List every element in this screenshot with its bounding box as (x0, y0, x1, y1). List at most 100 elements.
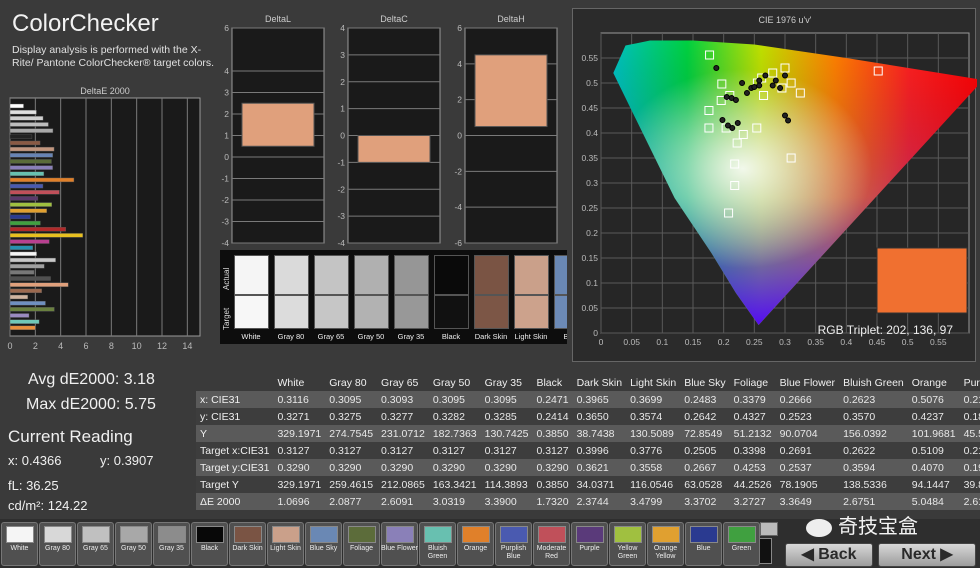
deltae-bar (9, 288, 42, 294)
luminance-cdm: cd/m²: 124.22 (8, 498, 88, 513)
patch-button[interactable]: Light Skin (267, 522, 304, 566)
table-cell: 72.8549 (680, 425, 730, 442)
deltae-tick-label: 10 (132, 341, 142, 351)
table-row: ΔE 2000 1.0696 2.0877 2.6091 3.0319 3.3900 1.7… (196, 493, 980, 510)
table-corner (196, 374, 273, 391)
measured-marker (777, 85, 784, 91)
table-cell: 0.3275 (325, 408, 378, 425)
delta-chart-title: DeltaC (380, 14, 408, 24)
patch-button[interactable]: Blue Sky (305, 522, 342, 566)
delta-tick-label: 3 (340, 50, 345, 60)
deltae-bar (9, 196, 39, 201)
swatch-label: Light Skin (514, 332, 548, 341)
cie-diagram: CIE 1976 u'v' 0 0.05 0.1 0.15 0.2 0.25 0.3 0.35 0… (572, 8, 980, 362)
column-header: Gray 50 (432, 376, 471, 389)
patch-color-chip (576, 526, 604, 543)
deltae-bar (9, 239, 50, 244)
deltae-bar (9, 276, 51, 281)
avg-de2000: Avg dE2000: 3.18 (28, 371, 155, 388)
patch-button[interactable]: Purple (571, 522, 608, 566)
next-button[interactable]: Next ▶ (878, 543, 976, 567)
patch-button[interactable]: Dark Skin (229, 522, 266, 566)
cie-y-tick-label: 0.4 (586, 128, 598, 138)
patch-button-label: Gray 80 (45, 545, 70, 552)
table-cell: 3.3900 (480, 493, 533, 510)
delta-tick-label: -2 (221, 195, 229, 205)
patch-button[interactable]: Green (723, 522, 760, 566)
luminance-fl: fL: 36.25 (8, 478, 59, 493)
swatch-label: Gray 80 (277, 332, 305, 341)
table-cell: 2.61 (959, 493, 980, 510)
delta-tick-label: 6 (457, 23, 462, 33)
deltae-tick-label: 2 (33, 341, 38, 351)
swatch-target (314, 295, 349, 329)
row-header: y: CIE31 (196, 408, 274, 425)
patch-button-label: Foliage (350, 545, 373, 552)
table-cell: 1.0696 (273, 493, 326, 510)
table-cell: 182.7363 (428, 425, 481, 442)
back-button[interactable]: ◀ Back (785, 543, 873, 567)
table-cell: 2.3744 (572, 493, 627, 510)
cie-x-tick-label: 0 (599, 337, 604, 347)
patch-button[interactable]: Gray 35 (153, 522, 190, 566)
table-cell: 0.3285 (480, 408, 533, 425)
patch-button[interactable]: Blue Flower (381, 522, 418, 566)
measured-marker (751, 84, 758, 90)
patch-button[interactable]: Gray 80 (39, 522, 76, 566)
cie-y-tick-label: 0.35 (581, 153, 598, 163)
patch-button[interactable]: White (1, 522, 38, 566)
delta-tick-label: 0 (340, 131, 345, 141)
patch-button[interactable]: Orange Yellow (647, 522, 684, 566)
patch-button[interactable]: Black (191, 522, 228, 566)
table-cell: 0.3127 (532, 442, 573, 459)
table-cell: 114.3893 (480, 476, 533, 493)
deltae-bar (9, 282, 69, 287)
deltae-bar (9, 177, 75, 183)
deltae-bar (9, 233, 84, 238)
measured-marker (732, 97, 739, 103)
scroll-left-button[interactable] (760, 522, 778, 536)
table-cell: 94.1447 (907, 476, 960, 493)
swatch-label: Dark Skin (474, 332, 508, 341)
table-cell: 138.5336 (839, 476, 908, 493)
current-y: y: 0.3907 (100, 453, 154, 468)
table-cell: 0.2414 (532, 408, 573, 425)
table-cell: 0.5076 (907, 391, 960, 408)
patch-button[interactable]: Bluish Green (419, 522, 456, 566)
table-cell: 0.2691 (775, 442, 840, 459)
delta-tick-label: -3 (221, 217, 229, 227)
patch-button[interactable]: Foliage (343, 522, 380, 566)
deltae-bar (9, 313, 30, 318)
swatch-target (274, 295, 309, 329)
delta-tick-label: 2 (224, 109, 229, 119)
patch-button[interactable]: Orange (457, 522, 494, 566)
patch-button[interactable]: Gray 65 (77, 522, 114, 566)
measured-marker (769, 82, 776, 89)
patch-button[interactable]: Moderate Red (533, 522, 570, 566)
delta-tick-label: 0 (224, 152, 229, 162)
patch-button[interactable]: Blue (685, 522, 722, 566)
rgb-triplet-label: RGB Triplet: 202, 136, 97 (817, 323, 953, 337)
patch-button-label: Yellow Green (617, 545, 638, 560)
cie-y-tick-label: 0.5 (586, 78, 598, 88)
patch-button[interactable]: Gray 50 (115, 522, 152, 566)
table-cell: 0.2622 (839, 442, 908, 459)
next-label: Next (901, 546, 936, 563)
patch-color-chip (44, 526, 72, 543)
deltae-tick-label: 6 (83, 341, 88, 351)
deltae-bar (9, 116, 44, 121)
table-cell: 0.4327 (729, 408, 776, 425)
deltae-bar (9, 171, 45, 176)
patch-button-label: Black (200, 545, 219, 552)
table-cell: 0.2667 (680, 459, 730, 476)
patch-button[interactable]: Purplish Blue (495, 522, 532, 566)
table-cell: 0.3282 (428, 408, 481, 425)
patch-color-chip (348, 526, 376, 543)
deltae-bar (9, 270, 35, 275)
table-cell: 5.0484 (907, 493, 960, 510)
table-cell: 0.3594 (839, 459, 908, 476)
table-cell: 0.3558 (626, 459, 681, 476)
patch-button[interactable]: Yellow Green (609, 522, 646, 566)
swatch-label: Black (441, 332, 461, 341)
table-row: x: CIE31 0.3116 0.3095 0.3093 0.3095 0.3095 0.… (196, 391, 980, 408)
